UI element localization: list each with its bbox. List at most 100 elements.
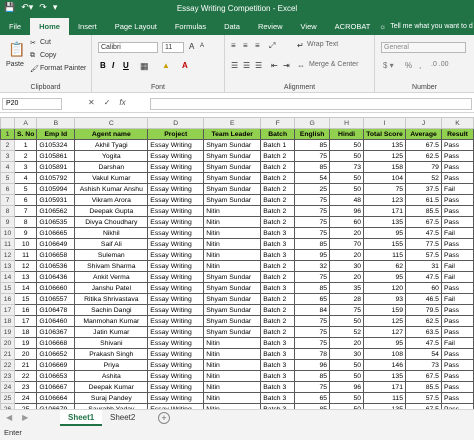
- data-cell[interactable]: Essay Writing: [147, 348, 205, 360]
- data-cell[interactable]: 13: [13, 271, 38, 283]
- orientation-icon[interactable]: ⤢: [269, 41, 275, 51]
- data-cell[interactable]: G105861: [36, 150, 76, 162]
- data-cell[interactable]: Divya Choudhary: [74, 216, 149, 228]
- data-cell[interactable]: Batch 3: [260, 227, 296, 239]
- data-cell[interactable]: Janshu Patel: [74, 282, 149, 294]
- indent-icon[interactable]: ⇤: [271, 61, 278, 70]
- data-cell[interactable]: G106669: [36, 359, 76, 371]
- align-middle-icon[interactable]: ≡: [243, 41, 248, 50]
- data-cell[interactable]: Essay Writing: [147, 315, 205, 327]
- data-cell[interactable]: 23: [13, 381, 38, 393]
- data-cell[interactable]: 50: [329, 370, 365, 382]
- data-cell[interactable]: Batch 2: [260, 194, 296, 206]
- data-cell[interactable]: G106460: [36, 315, 76, 327]
- grow-font-button[interactable]: A: [189, 42, 194, 51]
- data-cell[interactable]: 30: [329, 260, 365, 272]
- data-cell[interactable]: Fail: [440, 260, 474, 272]
- data-cell[interactable]: 54: [405, 348, 442, 360]
- data-cell[interactable]: Ankit Verma: [74, 271, 149, 283]
- data-cell[interactable]: Nikhil: [74, 227, 149, 239]
- data-cell[interactable]: Shyam Sundar: [203, 293, 262, 305]
- data-cell[interactable]: 57.5: [405, 249, 442, 261]
- percent-format-icon[interactable]: %: [405, 61, 412, 70]
- data-cell[interactable]: 10: [13, 238, 38, 250]
- data-cell[interactable]: Essay Writing: [147, 392, 205, 404]
- data-cell[interactable]: G106557: [36, 293, 76, 305]
- data-cell[interactable]: 50: [329, 359, 365, 371]
- data-cell[interactable]: 47.5: [405, 227, 442, 239]
- data-cell[interactable]: 171: [363, 381, 406, 393]
- cut-icon[interactable]: ✂: [30, 39, 36, 47]
- data-cell[interactable]: Fail: [440, 293, 474, 305]
- data-cell[interactable]: Ritika Shrivastava: [74, 293, 149, 305]
- data-cell[interactable]: 2: [13, 150, 38, 162]
- tab-home[interactable]: Home: [30, 18, 69, 35]
- data-cell[interactable]: 4: [13, 172, 38, 184]
- row-header[interactable]: 16: [0, 293, 15, 305]
- insert-function-icon[interactable]: fx: [119, 98, 125, 107]
- data-cell[interactable]: 85: [294, 139, 331, 151]
- data-cell[interactable]: 14: [13, 282, 38, 294]
- copy-button[interactable]: Copy: [40, 52, 56, 59]
- data-cell[interactable]: 54: [294, 172, 331, 184]
- data-cell[interactable]: Essay Writing: [147, 260, 205, 272]
- data-cell[interactable]: Essay Writing: [147, 172, 205, 184]
- data-cell[interactable]: Pass: [440, 216, 474, 228]
- data-cell[interactable]: 16: [13, 304, 38, 316]
- column-header[interactable]: E: [203, 117, 262, 129]
- data-cell[interactable]: G106536: [36, 260, 76, 272]
- data-cell[interactable]: 50: [329, 150, 365, 162]
- data-cell[interactable]: 108: [363, 348, 406, 360]
- data-cell[interactable]: Batch 3: [260, 249, 296, 261]
- paste-icon[interactable]: 📋: [8, 41, 25, 58]
- data-cell[interactable]: Batch 3: [260, 238, 296, 250]
- data-cell[interactable]: Jatin Kumar: [74, 326, 149, 338]
- data-cell[interactable]: G106436: [36, 271, 76, 283]
- data-cell[interactable]: 25: [294, 183, 331, 195]
- column-header[interactable]: A: [13, 117, 38, 129]
- data-cell[interactable]: 79: [405, 161, 442, 173]
- data-cell[interactable]: 60: [329, 216, 365, 228]
- row-header[interactable]: 9: [0, 216, 15, 228]
- data-cell[interactable]: 60: [405, 282, 442, 294]
- data-cell[interactable]: 50: [329, 183, 365, 195]
- data-cell[interactable]: Shyam Sundar: [203, 315, 262, 327]
- wrap-text-button[interactable]: Wrap Text: [307, 41, 338, 48]
- data-cell[interactable]: 159: [363, 304, 406, 316]
- select-all-corner[interactable]: [0, 117, 15, 129]
- data-cell[interactable]: 75: [294, 381, 331, 393]
- column-header[interactable]: C: [74, 117, 149, 129]
- row-header[interactable]: 22: [0, 359, 15, 371]
- data-cell[interactable]: 85.5: [405, 205, 442, 217]
- header-cell[interactable]: Result: [440, 128, 474, 140]
- row-header[interactable]: 15: [0, 282, 15, 294]
- row-header[interactable]: 13: [0, 260, 15, 272]
- data-cell[interactable]: G106653: [36, 370, 76, 382]
- data-cell[interactable]: 115: [363, 249, 406, 261]
- data-cell[interactable]: 95: [363, 271, 406, 283]
- data-cell[interactable]: 75: [294, 315, 331, 327]
- data-cell[interactable]: 135: [363, 216, 406, 228]
- data-cell[interactable]: 75: [294, 194, 331, 206]
- data-cell[interactable]: Prakash Singh: [74, 348, 149, 360]
- row-header[interactable]: 24: [0, 381, 15, 393]
- data-cell[interactable]: 95: [294, 249, 331, 261]
- data-cell[interactable]: 75: [294, 216, 331, 228]
- data-cell[interactable]: Essay Writing: [147, 150, 205, 162]
- data-cell[interactable]: G106478: [36, 304, 76, 316]
- data-cell[interactable]: 12: [13, 260, 38, 272]
- formula-input[interactable]: [150, 98, 472, 110]
- data-cell[interactable]: Batch 1: [260, 139, 296, 151]
- row-header[interactable]: 12: [0, 249, 15, 261]
- row-header[interactable]: 7: [0, 194, 15, 206]
- data-cell[interactable]: Batch 3: [260, 337, 296, 349]
- data-cell[interactable]: 84: [294, 304, 331, 316]
- data-cell[interactable]: Nitin: [203, 249, 262, 261]
- column-header[interactable]: I: [363, 117, 406, 129]
- fill-color-icon[interactable]: ▲: [162, 61, 170, 70]
- header-cell[interactable]: S. No: [13, 128, 38, 140]
- tab-review[interactable]: Review: [249, 18, 292, 35]
- data-cell[interactable]: 77.5: [405, 238, 442, 250]
- data-cell[interactable]: G105324: [36, 139, 76, 151]
- shrink-font-button[interactable]: A: [200, 43, 204, 49]
